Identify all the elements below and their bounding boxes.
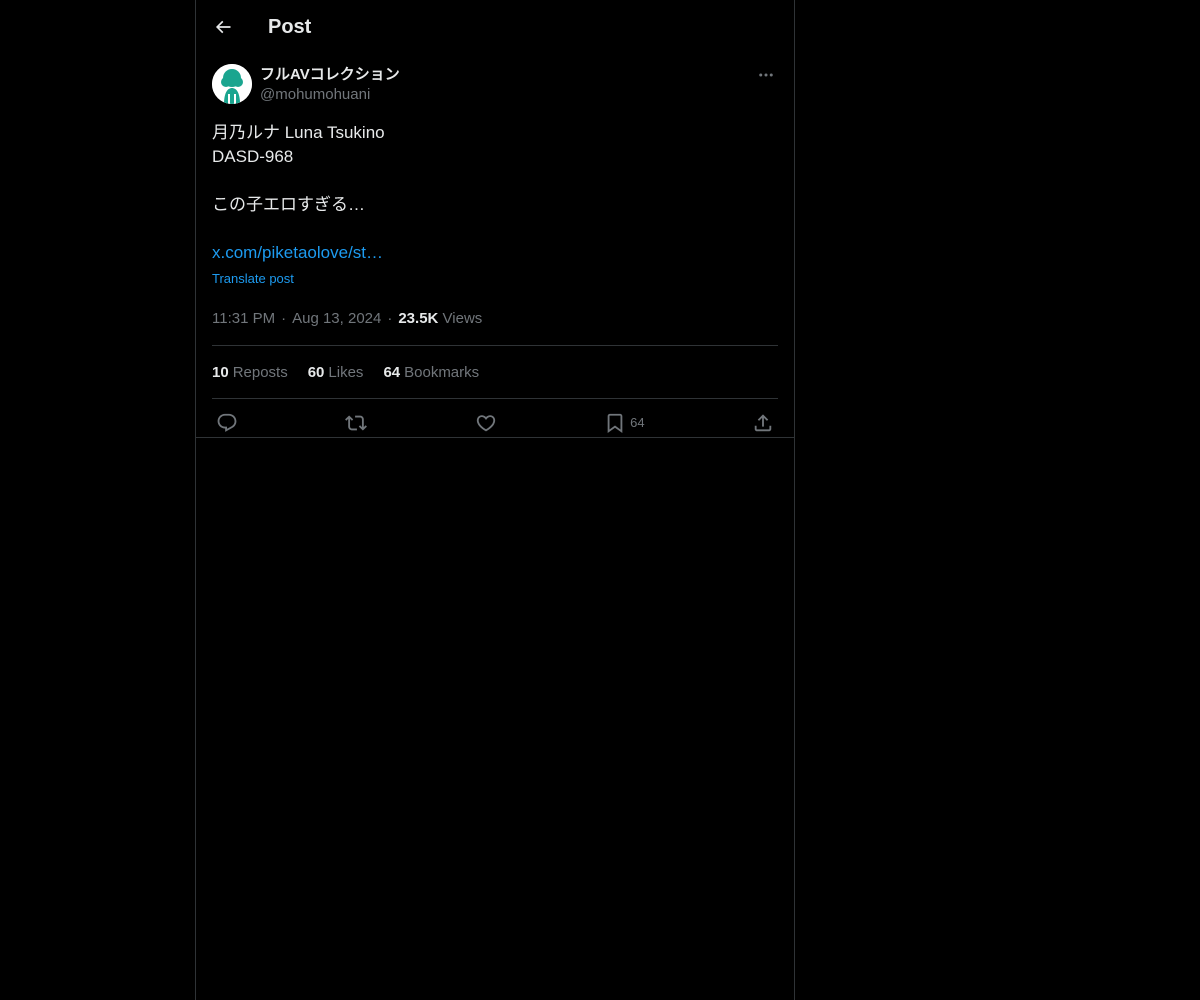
reposts-label: Reposts — [232, 363, 288, 381]
bookmark-button[interactable]: 64 — [604, 412, 645, 434]
like-icon — [476, 414, 495, 431]
bookmark-icon — [607, 413, 623, 433]
views-count: 23.5K — [398, 310, 439, 327]
meta-separator: · — [387, 310, 393, 327]
post-divider — [196, 437, 794, 438]
repost-button[interactable] — [345, 412, 368, 434]
bookmarks-count: 64 — [383, 363, 401, 381]
back-arrow-icon — [215, 20, 231, 34]
post-column: Post フルAVコレクション @mohumohuani 月乃ルナ Luna T… — [195, 0, 795, 1000]
header: Post — [196, 0, 794, 54]
likes-count: 60 — [307, 363, 325, 381]
avatar-image — [212, 64, 252, 104]
views-label: Views — [442, 310, 483, 327]
share-icon — [754, 413, 772, 431]
post-text-line — [212, 217, 778, 241]
reply-button[interactable] — [216, 412, 238, 434]
page-title: Post — [268, 15, 312, 38]
action-bar: 64 — [212, 399, 778, 446]
author-names: フルAVコレクション @mohumohuani — [260, 64, 400, 105]
likes-stat[interactable]: 60 Likes — [308, 364, 364, 381]
post-link[interactable]: x.com/piketaolove/st… — [212, 241, 383, 265]
display-name[interactable]: フルAVコレクション — [260, 65, 400, 85]
author-row: フルAVコレクション @mohumohuani — [212, 64, 778, 105]
share-button[interactable] — [752, 412, 774, 434]
bookmarks-label: Bookmarks — [404, 363, 480, 381]
bookmark-count: 64 — [630, 415, 645, 430]
post-date[interactable]: Aug 13, 2024 — [292, 310, 381, 327]
back-button[interactable] — [212, 16, 234, 38]
meta-separator: · — [281, 310, 287, 327]
post: フルAVコレクション @mohumohuani 月乃ルナ Luna Tsukin… — [196, 54, 794, 446]
post-time[interactable]: 11:31 PM — [212, 310, 275, 327]
post-text-line: この子エロすぎる… — [212, 195, 365, 214]
repost-icon — [345, 415, 368, 430]
post-text-line: 月乃ルナ Luna Tsukino — [212, 123, 385, 142]
like-button[interactable] — [475, 412, 497, 434]
post-text-line — [212, 169, 778, 193]
more-icon — [759, 73, 773, 77]
bookmarks-stat[interactable]: 64 Bookmarks — [383, 364, 479, 381]
more-button[interactable] — [754, 66, 778, 84]
likes-label: Likes — [328, 363, 364, 381]
avatar[interactable] — [212, 64, 252, 104]
post-stats: 10 Reposts 60 Likes 64 Bookmarks — [212, 346, 778, 399]
post-text-line: DASD-968 — [212, 147, 294, 166]
handle[interactable]: @mohumohuani — [260, 85, 400, 105]
reposts-stat[interactable]: 10 Reposts — [212, 364, 288, 381]
post-meta: 11:31 PM · Aug 13, 2024 · 23.5K Views — [212, 309, 778, 346]
post-text: 月乃ルナ Luna Tsukino DASD-968 この子エロすぎる… x.c… — [212, 121, 778, 291]
reposts-count: 10 — [212, 363, 229, 381]
translate-post-link[interactable]: Translate post — [212, 267, 778, 291]
reply-icon — [217, 413, 237, 432]
